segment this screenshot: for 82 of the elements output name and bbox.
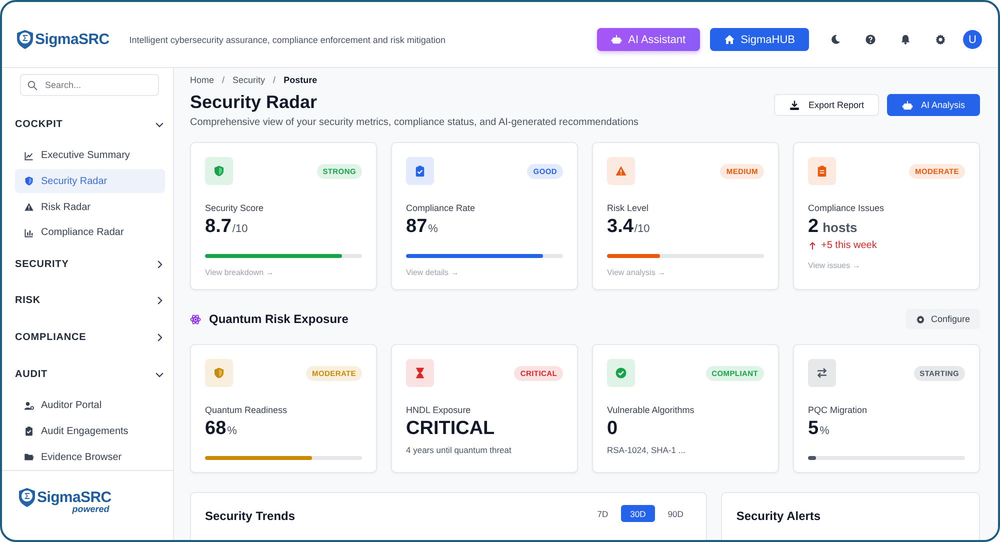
breadcrumb-link[interactable]: Security bbox=[232, 75, 266, 85]
clipboard-check-icon bbox=[24, 426, 34, 436]
metric-label: Security Score bbox=[205, 203, 265, 213]
line-chart-icon bbox=[24, 150, 34, 161]
metric-unit: hosts bbox=[822, 220, 858, 235]
page-title: Security Radar bbox=[190, 91, 318, 114]
nav-item[interactable]: Risk Radar bbox=[15, 195, 165, 220]
metric-label: Quantum Readiness bbox=[205, 405, 288, 415]
range-tab[interactable]: 7D bbox=[588, 505, 618, 522]
folder-icon bbox=[24, 452, 34, 462]
breadcrumb-current: Posture bbox=[284, 75, 318, 85]
search-field[interactable]: Search... bbox=[20, 74, 159, 96]
breadcrumb-link[interactable]: Home bbox=[190, 75, 214, 85]
nav-item[interactable]: Security Radar bbox=[15, 169, 165, 194]
atom-icon bbox=[190, 314, 201, 324]
trend-text: +5 this week bbox=[821, 240, 877, 251]
section-header[interactable]: AUDIT bbox=[6, 356, 165, 393]
breadcrumb-separator: / bbox=[222, 75, 225, 85]
nav-item[interactable]: Audit Engagements bbox=[15, 419, 165, 444]
up-arrow-icon bbox=[808, 241, 817, 250]
export-button[interactable]: Export Report bbox=[774, 94, 879, 116]
range-tab[interactable]: 90D bbox=[658, 505, 692, 522]
section-header[interactable]: COCKPIT bbox=[6, 106, 165, 143]
section-header[interactable]: COMPLIANCE bbox=[6, 319, 165, 356]
metric-unit: /10 bbox=[634, 223, 650, 235]
metric-value: 87 bbox=[406, 216, 428, 238]
shield-logo-icon bbox=[16, 29, 34, 50]
metric-unit: % bbox=[227, 425, 237, 437]
metric-value: 0 bbox=[607, 418, 618, 440]
configure-button[interactable]: Configure bbox=[906, 309, 980, 329]
metric-value: CRITICAL bbox=[406, 418, 495, 440]
bar-chart-icon bbox=[24, 228, 34, 238]
powered-tag: powered bbox=[72, 504, 110, 514]
metric-value: 3.4 bbox=[607, 216, 634, 238]
section-title: Quantum Risk Exposure bbox=[209, 312, 348, 326]
shield-icon bbox=[24, 176, 34, 186]
logo-text: SigmaSRC bbox=[37, 489, 112, 506]
help-icon[interactable] bbox=[865, 34, 876, 45]
metric-label: Risk Level bbox=[607, 203, 650, 213]
panel-title: Security Alerts bbox=[736, 509, 821, 523]
download-icon bbox=[789, 100, 800, 110]
user-icon bbox=[24, 400, 34, 411]
section-header[interactable]: SECURITY bbox=[6, 246, 165, 283]
metric-unit: % bbox=[820, 425, 830, 437]
theme-toggle-icon[interactable] bbox=[830, 34, 841, 45]
metric-note: RSA-1024, SHA-1 ... bbox=[607, 445, 686, 455]
robot-icon bbox=[902, 100, 913, 110]
notification-icon[interactable] bbox=[900, 34, 911, 45]
metric-label: Vulnerable Algorithms bbox=[607, 405, 696, 415]
page-subtitle: Comprehensive view of your security metrics, compliance status, and AI-generated recommendations bbox=[190, 117, 639, 128]
metric-value: 68 bbox=[205, 418, 226, 440]
settings-icon[interactable] bbox=[935, 34, 946, 45]
nav-item[interactable]: Executive Summary bbox=[15, 144, 165, 168]
metric-unit: % bbox=[428, 223, 438, 235]
ai-analysis-button[interactable]: AI Analysis bbox=[886, 94, 980, 116]
metric-value: 5 bbox=[808, 418, 819, 440]
assistant-button[interactable]: AI Assistant bbox=[597, 28, 700, 51]
metric-label: HNDL Exposure bbox=[406, 405, 472, 415]
warning-icon bbox=[24, 202, 34, 212]
metric-value: 8.7 bbox=[205, 216, 232, 238]
metric-label: Compliance Issues bbox=[808, 203, 886, 213]
metric-label: Compliance Rate bbox=[406, 203, 476, 213]
nav-item[interactable]: Auditor Portal bbox=[15, 394, 165, 418]
metric-unit: /10 bbox=[232, 223, 248, 235]
hub-button[interactable]: SigmaHUB bbox=[710, 28, 809, 51]
range-tab[interactable]: 30D bbox=[621, 505, 655, 522]
settings-icon bbox=[916, 314, 925, 324]
tagline: Intelligent cybersecurity assurance, compliance enforcement and risk mitigation bbox=[129, 34, 446, 44]
robot-icon bbox=[611, 34, 622, 45]
logo-text: SigmaSRC bbox=[35, 31, 110, 48]
search-icon bbox=[27, 80, 38, 91]
user-avatar[interactable]: U bbox=[963, 30, 982, 49]
section-header[interactable]: RISK bbox=[6, 282, 165, 320]
metric-note: 4 years until quantum threat bbox=[406, 445, 512, 455]
metric-value: 2 bbox=[808, 216, 819, 238]
metric-label: PQC Migration bbox=[808, 405, 868, 415]
panel-title: Security Trends bbox=[205, 509, 296, 523]
nav-item[interactable]: Compliance Radar bbox=[15, 221, 165, 245]
nav-item[interactable]: Evidence Browser bbox=[15, 445, 165, 470]
breadcrumb-separator: / bbox=[273, 75, 276, 85]
shield-logo-icon bbox=[18, 487, 36, 508]
home-icon bbox=[724, 34, 735, 45]
